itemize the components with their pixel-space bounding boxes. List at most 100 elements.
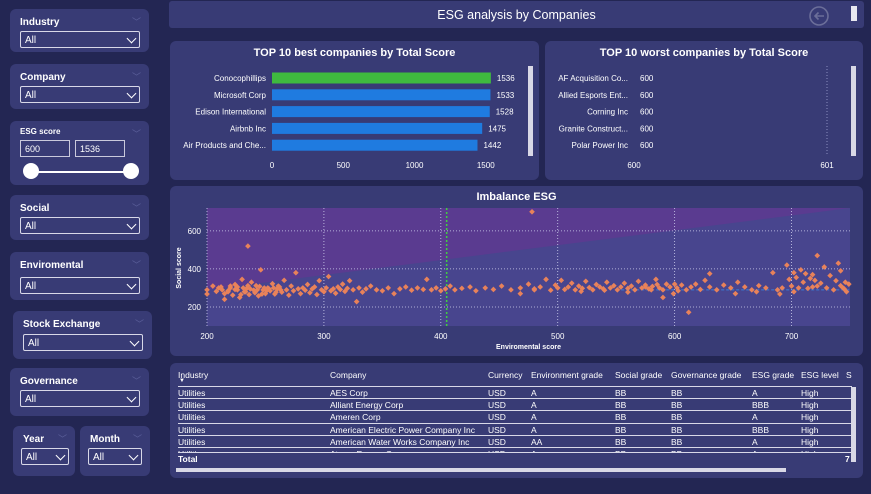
filter-label: Enviromental: [20, 260, 84, 271]
worst-companies-bar-chart: AF Acquisition Co... 600 Allied Esports En…: [558, 66, 834, 170]
x-tick-label: 500: [337, 161, 351, 170]
dropdown-value: All: [25, 281, 37, 292]
x-tick-label: 300: [317, 332, 331, 341]
x-tick-label: 601: [820, 161, 834, 170]
table-cell: A: [531, 388, 537, 398]
table-cell: High: [801, 412, 819, 423]
filter-esg-score: ESG score ﹀ 600 1536: [10, 121, 149, 185]
esg-slider-max-handle[interactable]: [123, 163, 139, 179]
column-header[interactable]: S: [846, 370, 852, 380]
filter-month: Month ﹀ All: [80, 426, 150, 476]
category-label: Allied Esports Ent...: [558, 91, 628, 100]
column-header[interactable]: Social grade: [615, 370, 662, 380]
table-horizontal-scrollbar[interactable]: [176, 468, 786, 472]
sort-desc-icon[interactable]: ▼: [179, 378, 185, 384]
category-label: Corning Inc: [587, 108, 628, 117]
header-scrollbar[interactable]: [851, 6, 857, 21]
chevron-down-icon: [128, 87, 135, 100]
dropdown-value: All: [25, 90, 37, 101]
table-row[interactable]: Utilities AES Corp USD A BB BB A High: [178, 387, 852, 399]
table-cell: BB: [615, 388, 627, 398]
column-header[interactable]: Governance grade: [671, 370, 741, 380]
table-row[interactable]: Utilities Alliant Energy Corp USD A BB BB BBB H…: [178, 399, 852, 411]
chevron-down-icon[interactable]: ﹀: [58, 432, 67, 445]
filter-year: Year ﹀ All: [13, 426, 75, 476]
table-cell: High: [801, 388, 819, 398]
table-cell: Utilities: [178, 412, 206, 423]
chevron-down-icon[interactable]: ﹀: [132, 70, 141, 83]
chevron-down-icon[interactable]: ﹀: [135, 317, 144, 330]
category-label: Granite Construct...: [559, 124, 628, 133]
filter-label: Month: [90, 434, 120, 445]
column-header[interactable]: ESG grade: [752, 370, 794, 380]
back-arrow-icon[interactable]: [808, 5, 830, 27]
month-dropdown[interactable]: All: [88, 448, 142, 465]
dropdown-value: All: [25, 394, 37, 405]
dropdown-value: All: [25, 35, 37, 46]
column-header[interactable]: ESG level: [801, 370, 839, 380]
dropdown-value: All: [28, 338, 40, 349]
worst-chart-scrollbar[interactable]: [851, 66, 856, 156]
industry-dropdown[interactable]: All: [20, 31, 140, 48]
table-row[interactable]: Utilities Ameren Corp USD A BB BB A High: [178, 411, 852, 423]
category-label: Conocophillips: [214, 74, 266, 83]
chevron-down-icon[interactable]: ﹀: [132, 201, 141, 214]
bar-value-label: 1536: [497, 74, 515, 83]
chevron-down-icon[interactable]: ﹀: [132, 127, 141, 140]
chevron-down-icon[interactable]: ﹀: [132, 258, 141, 271]
category-label: AF Acquisition Co...: [558, 74, 628, 83]
chevron-down-icon: [57, 449, 64, 462]
esg-slider-min-handle[interactable]: [23, 163, 39, 179]
x-tick-label: 0: [270, 161, 275, 170]
category-label: Airbnb Inc: [230, 124, 266, 133]
governance-dropdown[interactable]: All: [20, 390, 140, 407]
filter-social: Social ﹀ All: [10, 195, 149, 240]
stock-exchange-dropdown[interactable]: All: [23, 334, 143, 351]
table-cell: BB: [615, 424, 627, 435]
column-header[interactable]: Environment grade: [531, 370, 603, 380]
year-dropdown[interactable]: All: [21, 448, 69, 465]
chevron-down-icon: [128, 278, 135, 291]
filter-label: Company: [20, 72, 66, 83]
x-tick-label: 1500: [477, 161, 495, 170]
table-cell: USD: [488, 400, 506, 411]
table-cell: A: [752, 436, 758, 447]
esg-max-input[interactable]: 1536: [75, 140, 125, 157]
filter-label: Governance: [20, 376, 78, 387]
x-tick-label: 600: [627, 161, 641, 170]
best-companies-bar-chart: Conocophillips 1536 Microsoft Corp 1533 Edis…: [183, 72, 515, 170]
table-cell: Utilities: [178, 436, 206, 447]
filter-label: Social: [20, 203, 50, 214]
social-dropdown[interactable]: All: [20, 217, 140, 234]
esg-min-input[interactable]: 600: [20, 140, 70, 157]
table-row[interactable]: Utilities American Water Works Company In…: [178, 436, 852, 448]
table-cell: BB: [671, 412, 683, 423]
column-header[interactable]: Company: [330, 370, 366, 380]
y-tick-label: 600: [188, 227, 202, 236]
y-axis-label: Social score: [176, 247, 183, 288]
filter-label: ESG score: [20, 127, 61, 136]
table-row[interactable]: Utilities American Electric Power Company…: [178, 424, 852, 436]
x-tick-label: 400: [434, 332, 448, 341]
table-cell: Ameren Corp: [330, 412, 381, 423]
table-cell: A: [752, 412, 758, 423]
table-cell: A: [531, 424, 537, 435]
table-cell: AES Corp: [330, 388, 368, 398]
bar-value-label: 600: [640, 108, 654, 117]
dropdown-value: All: [25, 221, 37, 232]
chevron-down-icon[interactable]: ﹀: [132, 374, 141, 387]
esg-slider-track[interactable]: [30, 171, 132, 173]
chevron-down-icon: [128, 391, 135, 404]
table-total-row: Total 7: [178, 453, 852, 465]
row-divider: [178, 452, 852, 453]
column-header[interactable]: Currency: [488, 370, 522, 380]
table-vertical-scrollbar[interactable]: [851, 387, 856, 462]
environmental-dropdown[interactable]: All: [20, 277, 140, 294]
best-chart-scrollbar[interactable]: [528, 66, 533, 156]
table-cell: AA: [531, 436, 543, 447]
company-dropdown[interactable]: All: [20, 86, 140, 103]
chevron-down-icon[interactable]: ﹀: [133, 432, 142, 445]
table-cell: BB: [671, 436, 683, 447]
chevron-down-icon[interactable]: ﹀: [132, 15, 141, 28]
y-tick-label: 400: [188, 265, 202, 274]
